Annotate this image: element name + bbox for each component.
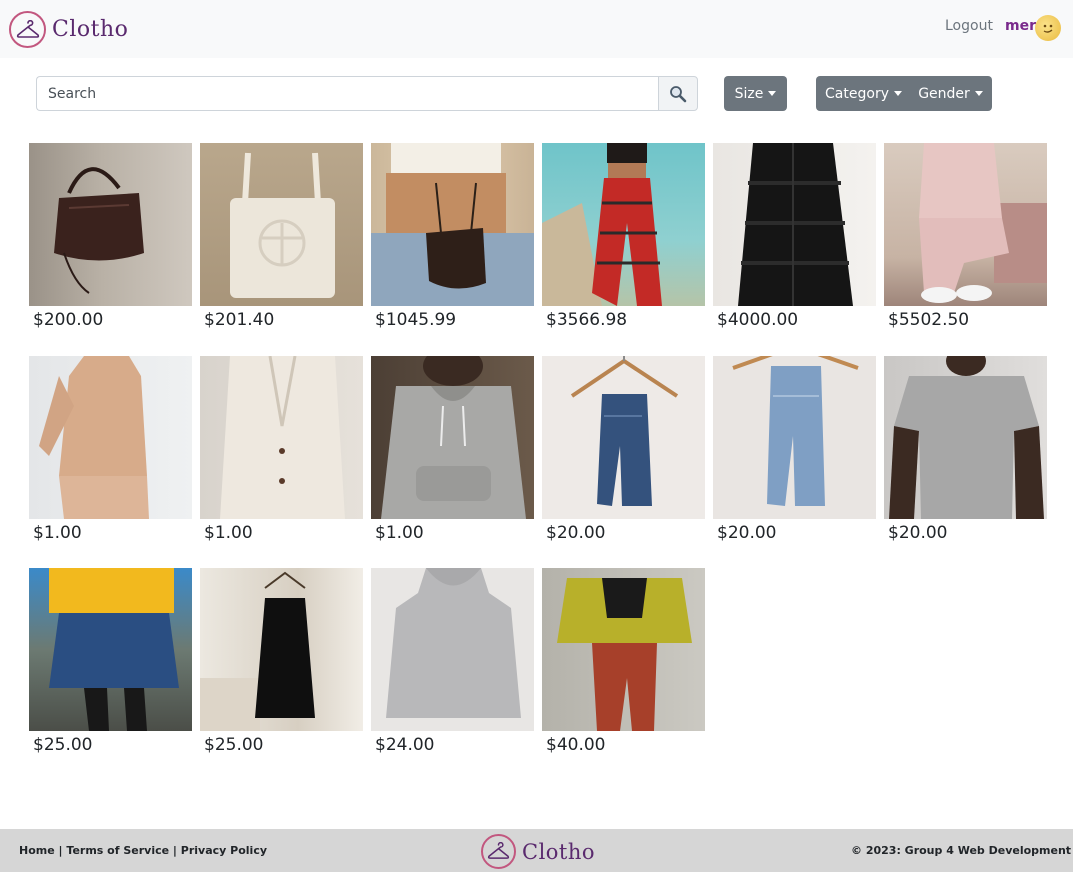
footer-terms-link[interactable]: Terms of Service bbox=[66, 844, 169, 857]
product-card[interactable]: $24.00 bbox=[371, 568, 534, 781]
product-image-denim-skirt[interactable] bbox=[29, 568, 192, 731]
footer-links: Home | Terms of Service | Privacy Policy bbox=[19, 844, 267, 857]
product-image-tote-bag[interactable] bbox=[200, 143, 363, 306]
product-image-black-dress[interactable] bbox=[200, 568, 363, 731]
product-card[interactable]: $40.00 bbox=[542, 568, 705, 781]
product-price: $20.00 bbox=[546, 522, 606, 543]
footer-separator: | bbox=[58, 844, 63, 857]
product-card[interactable]: $1.00 bbox=[200, 355, 363, 569]
product-card[interactable]: $1.00 bbox=[371, 355, 534, 569]
category-dropdown-label: Category bbox=[825, 85, 889, 102]
product-image-grey-hoodie[interactable] bbox=[371, 355, 534, 519]
product-image-handbag[interactable] bbox=[29, 143, 192, 306]
product-price: $24.00 bbox=[375, 735, 435, 755]
product-price: $20.00 bbox=[888, 522, 948, 543]
product-image-pink-tracksuit[interactable] bbox=[884, 143, 1047, 306]
brand-name: Clotho bbox=[52, 17, 129, 42]
product-price: $25.00 bbox=[204, 735, 264, 755]
size-dropdown-label: Size bbox=[734, 85, 764, 102]
footer-separator: | bbox=[172, 844, 177, 857]
footer-privacy-link[interactable]: Privacy Policy bbox=[181, 844, 267, 857]
product-price: $4000.00 bbox=[717, 310, 799, 330]
product-price: $3566.98 bbox=[546, 310, 628, 330]
copyright: © 2023: Group 4 Web Development bbox=[851, 844, 1072, 857]
product-image-puffer-coat[interactable] bbox=[713, 143, 876, 306]
avatar[interactable] bbox=[1035, 15, 1061, 41]
hanger-icon bbox=[481, 834, 516, 869]
product-image-light-jeans[interactable] bbox=[713, 355, 876, 519]
product-image-yellow-jacket[interactable] bbox=[542, 568, 705, 731]
product-card[interactable]: $1045.99 bbox=[371, 143, 534, 356]
search-button[interactable] bbox=[658, 76, 698, 111]
product-image-shoulder-bag[interactable] bbox=[371, 143, 534, 306]
username[interactable]: mer bbox=[1005, 18, 1036, 34]
product-card[interactable]: $3566.98 bbox=[542, 143, 705, 356]
product-card[interactable]: $20.00 bbox=[884, 355, 1047, 569]
product-card[interactable]: $5502.50 bbox=[884, 143, 1047, 356]
caret-down-icon bbox=[893, 91, 902, 96]
product-price: $40.00 bbox=[546, 735, 606, 755]
product-price: $1.00 bbox=[33, 522, 82, 543]
product-grid: $200.00 $201.40 $1045.99 $3566.98 $4000.… bbox=[29, 143, 1047, 781]
footer-brand-name: Clotho bbox=[522, 839, 596, 864]
product-price: $20.00 bbox=[717, 522, 777, 543]
product-card[interactable]: $4000.00 bbox=[713, 143, 876, 356]
product-price: $25.00 bbox=[33, 735, 93, 755]
size-dropdown[interactable]: Size bbox=[724, 76, 787, 111]
product-price: $200.00 bbox=[33, 310, 104, 330]
search-icon bbox=[670, 85, 687, 102]
product-card[interactable]: $1.00 bbox=[29, 355, 192, 569]
search-input[interactable] bbox=[36, 76, 658, 111]
product-image-cream-blazer[interactable] bbox=[200, 355, 363, 519]
navbar: Clotho Logout mer bbox=[0, 0, 1073, 58]
caret-down-icon bbox=[768, 91, 777, 96]
logout-link[interactable]: Logout bbox=[945, 18, 993, 34]
product-price: $201.40 bbox=[204, 310, 275, 330]
product-card[interactable]: $200.00 bbox=[29, 143, 192, 356]
footer-home-link[interactable]: Home bbox=[19, 844, 55, 857]
brand-link[interactable]: Clotho bbox=[9, 11, 128, 48]
product-image-jeans[interactable] bbox=[542, 355, 705, 519]
product-card[interactable]: $25.00 bbox=[200, 568, 363, 781]
product-card[interactable]: $25.00 bbox=[29, 568, 192, 781]
product-card[interactable]: $20.00 bbox=[542, 355, 705, 569]
product-price: $1.00 bbox=[375, 522, 424, 543]
product-image-plaid-pants[interactable] bbox=[542, 143, 705, 306]
footer-brand[interactable]: Clotho bbox=[481, 834, 595, 869]
product-price: $5502.50 bbox=[888, 310, 970, 330]
product-image-grey-tshirt[interactable] bbox=[884, 355, 1047, 519]
caret-down-icon bbox=[974, 91, 983, 96]
product-image-grey-hoodie-back[interactable] bbox=[371, 568, 534, 731]
product-price: $1.00 bbox=[204, 522, 253, 543]
search-bar bbox=[36, 76, 698, 111]
gender-dropdown-label: Gender bbox=[918, 85, 970, 102]
product-image-beige-top[interactable] bbox=[29, 355, 192, 519]
emoji-face-icon bbox=[1043, 24, 1053, 33]
footer: Home | Terms of Service | Privacy Policy… bbox=[0, 829, 1073, 872]
product-price: $1045.99 bbox=[375, 310, 457, 330]
product-card[interactable]: $201.40 bbox=[200, 143, 363, 356]
category-dropdown[interactable]: Category bbox=[816, 76, 911, 111]
gender-dropdown[interactable]: Gender bbox=[909, 76, 992, 111]
product-card[interactable]: $20.00 bbox=[713, 355, 876, 569]
hanger-icon bbox=[9, 11, 46, 48]
